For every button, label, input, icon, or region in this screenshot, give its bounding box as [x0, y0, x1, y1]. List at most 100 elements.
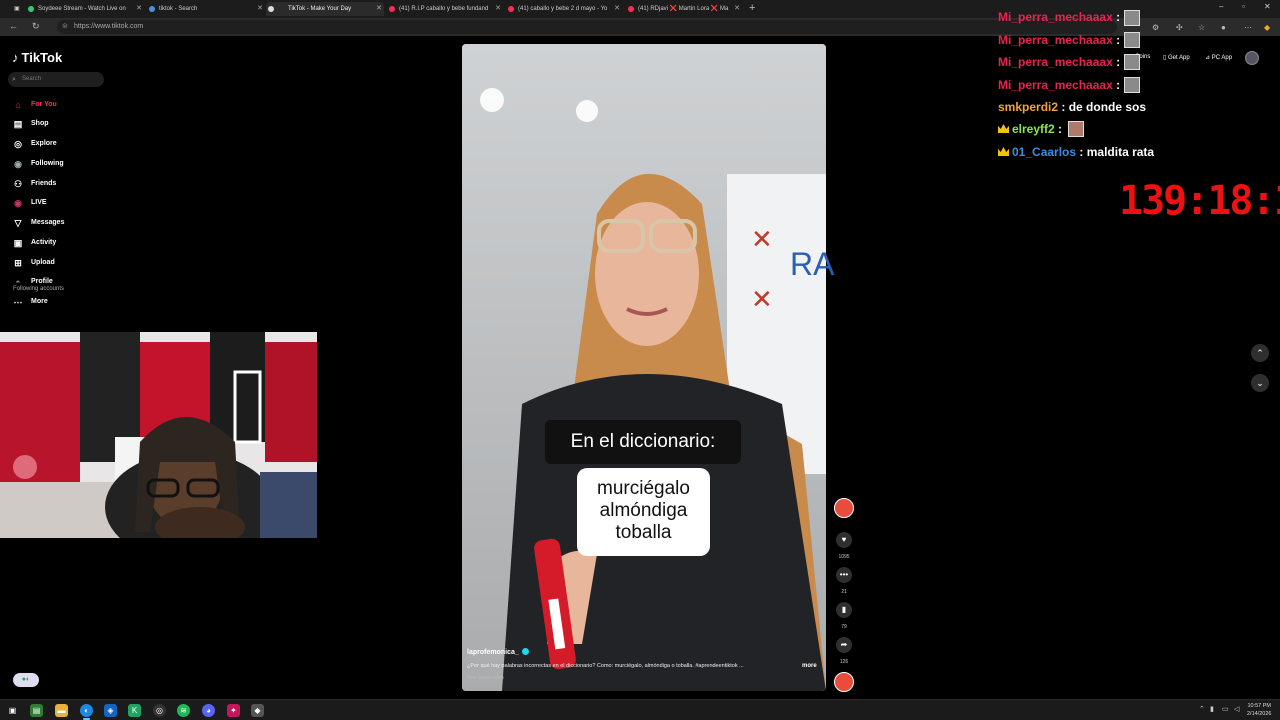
monitor-icon: ⊿	[1205, 55, 1212, 61]
url-field[interactable]: ⊜ https://www.tiktok.com	[57, 20, 1117, 34]
close-tab-icon[interactable]: ✕	[136, 2, 142, 16]
following-accounts-header: Following accounts	[13, 286, 65, 292]
tab-tiktok-search[interactable]: tiktok - Search ✕	[147, 2, 265, 16]
nav-label: Following	[31, 160, 64, 167]
reload-icon[interactable]: ↻	[32, 21, 40, 32]
like-button[interactable]: ♥	[836, 532, 852, 548]
tab-favicon-icon	[149, 6, 155, 12]
terminal-app-icon[interactable]: ▤	[30, 704, 43, 717]
new-tab-button[interactable]: +	[749, 2, 755, 14]
app-icon[interactable]: ◈	[104, 704, 117, 717]
verified-badge-icon	[521, 648, 529, 655]
tiktok-logo[interactable]: ♪ TikTok	[12, 50, 62, 65]
nav-shop[interactable]: ▤ Shop	[12, 117, 49, 131]
heart-icon: ♥	[841, 535, 847, 544]
tab-soydeee[interactable]: Soydeee Stream - Watch Live on ✕	[26, 2, 144, 16]
obs-icon[interactable]: ◎	[153, 704, 166, 717]
close-tab-icon[interactable]: ✕	[495, 2, 501, 16]
screen: ▣ Soydeee Stream - Watch Live on ✕ tiktok…	[0, 0, 1280, 720]
nav-upload[interactable]: ⊞ Upload	[12, 256, 55, 270]
nav-live[interactable]: ◉ LIVE	[12, 196, 47, 210]
network-icon[interactable]: ▭	[1222, 705, 1229, 713]
search-input[interactable]: ⌕ Search	[8, 72, 104, 87]
extension-icon[interactable]: ⚙	[1152, 23, 1159, 32]
microphone-icon[interactable]: ▮	[1210, 705, 1214, 713]
comment-button[interactable]: •••	[836, 567, 852, 583]
video-caption-title: En el diccionario:	[545, 420, 741, 464]
stream-timer: 139:18:17	[1119, 178, 1280, 224]
previous-video-button[interactable]: ⌃	[1251, 344, 1269, 362]
tab-favicon-icon	[508, 6, 514, 12]
profile-icon[interactable]: ●	[1221, 23, 1226, 32]
quick-toggle-button[interactable]: ●◐	[13, 673, 39, 687]
nav-messages[interactable]: ▽ Messages	[12, 216, 65, 230]
share-button[interactable]: ➦	[836, 637, 852, 653]
chat-separator: :	[1116, 10, 1121, 24]
file-explorer-icon[interactable]: ▬	[55, 704, 68, 717]
puzzle-icon[interactable]: ✣	[1176, 23, 1183, 32]
get-app-link[interactable]: ▯ Get App	[1163, 54, 1190, 61]
video-author[interactable]: laprofemonica_	[467, 648, 529, 656]
nav-activity[interactable]: ▣ Activity	[12, 236, 57, 250]
nav-explore[interactable]: ◎ Explore	[12, 137, 57, 151]
get-app-label: Get App	[1167, 55, 1190, 61]
close-tab-icon[interactable]: ✕	[376, 2, 382, 16]
spotify-icon[interactable]: ≋	[177, 704, 190, 717]
caption-word: toballa	[615, 522, 672, 543]
sound-avatar[interactable]	[834, 672, 854, 692]
tab-actions-icon[interactable]: ▣	[2, 2, 20, 16]
site-info-icon[interactable]: ⊜	[62, 20, 68, 34]
discord-icon[interactable]: ◕	[202, 704, 215, 717]
chat-separator: :	[1116, 78, 1121, 92]
user-avatar[interactable]	[1245, 51, 1259, 65]
kick-app-icon[interactable]: K	[128, 704, 141, 717]
copilot-icon[interactable]: ◆	[1264, 23, 1270, 32]
video-description: ¿Por qué hay palabras incorrectas en el …	[467, 663, 744, 669]
creator-avatar[interactable]	[834, 498, 854, 518]
close-tab-icon[interactable]: ✕	[734, 2, 740, 16]
task-view-icon[interactable]: ▣	[6, 704, 19, 717]
volume-icon[interactable]: ◁	[1234, 705, 1239, 713]
close-tab-icon[interactable]: ✕	[614, 2, 620, 16]
app-icon[interactable]: ✦	[227, 704, 240, 717]
nav-for-you[interactable]: ⌂ For You	[12, 98, 57, 112]
app-icon[interactable]: ◆	[251, 704, 264, 717]
maximize-icon[interactable]: ▫	[1242, 2, 1245, 11]
pc-app-link[interactable]: ⊿ PC App	[1205, 54, 1232, 61]
close-window-icon[interactable]: ✕	[1264, 2, 1271, 11]
next-video-button[interactable]: ⌄	[1251, 374, 1269, 392]
tab-title: TikTok - Make Your Day	[288, 6, 352, 12]
minimize-icon[interactable]: –	[1219, 2, 1223, 11]
tab-youtube-2[interactable]: (41) caballo y bebe 2 d mayo - Yo ✕	[506, 2, 622, 16]
nav-following[interactable]: ◉ Following	[12, 157, 64, 171]
chat-emote	[1068, 121, 1084, 137]
tray-chevron-icon[interactable]: ⌃	[1199, 705, 1205, 713]
tab-youtube-3[interactable]: (41) RDjavi ❌ Martin Lora ❌ Ma ✕	[626, 2, 742, 16]
menu-icon[interactable]: ⋯	[1244, 23, 1252, 32]
edge-browser-icon[interactable]: ◐	[80, 704, 93, 720]
share-count: 126	[839, 659, 849, 665]
share-icon: ➦	[840, 640, 848, 649]
tab-tiktok[interactable]: TikTok - Make Your Day ✕	[266, 2, 384, 16]
clock[interactable]: 10:57 PM 2/14/2026	[1247, 702, 1271, 718]
pc-app-label: PC App	[1211, 55, 1233, 61]
tiktok-note-icon: ♪	[12, 50, 19, 65]
more-link[interactable]: more	[802, 663, 817, 669]
webcam-image	[0, 332, 317, 538]
nav-more[interactable]: ⋯ More	[12, 295, 48, 309]
caption-word: murciégalo	[597, 478, 690, 499]
tiktok-video[interactable]	[462, 44, 826, 691]
chat-message: Mi_perra_mechaaax :	[998, 78, 1120, 92]
nav-label: More	[31, 298, 48, 305]
tab-favicon-icon	[389, 6, 395, 12]
favorites-icon[interactable]: ☆	[1198, 23, 1205, 32]
more-icon: ⋯	[13, 297, 23, 307]
nav-friends[interactable]: ⚇ Friends	[12, 177, 56, 191]
save-button[interactable]: ▮	[836, 602, 852, 618]
whiteboard-x-mark: ✕	[751, 224, 773, 254]
tiktok-sidebar: ♪ TikTok ⌕ Search ⌂ For You ▤ Shop ◎ Explore …	[0, 40, 110, 340]
close-tab-icon[interactable]: ✕	[257, 2, 263, 16]
see-translation-link[interactable]: See translation	[467, 675, 504, 681]
back-icon[interactable]: ←	[9, 21, 18, 31]
tab-youtube-1[interactable]: (41) R.I.P caballo y bebe fundand ✕	[387, 2, 503, 16]
